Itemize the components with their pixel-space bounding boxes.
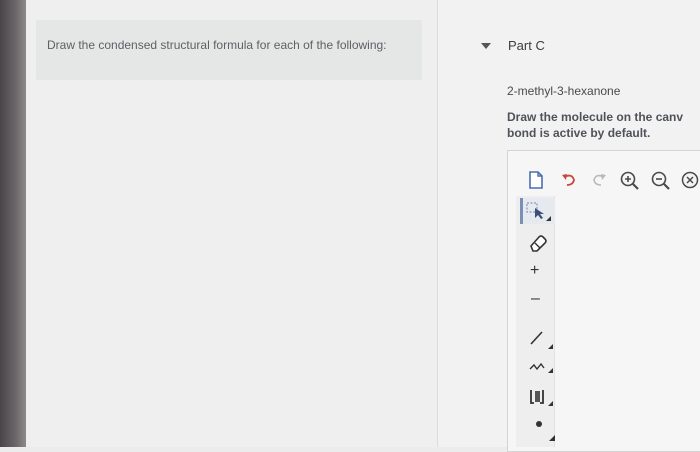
single-bond-icon[interactable] [528, 328, 554, 350]
instructions-text: Draw the condensed structural formula fo… [47, 38, 387, 52]
undo-icon[interactable] [560, 172, 578, 188]
draw-instruction-line-1: Draw the molecule on the canv [507, 110, 684, 124]
part-collapse-caret-icon[interactable] [481, 43, 491, 49]
dot-icon[interactable] [535, 420, 543, 428]
new-document-icon[interactable] [527, 170, 545, 190]
clear-icon[interactable] [680, 170, 700, 190]
draw-instruction-line-2: bond is active by default. [507, 126, 651, 140]
instructions-box: Draw the condensed structural formula fo… [36, 20, 422, 80]
zoom-out-icon[interactable] [650, 170, 672, 192]
compound-name: 2-methyl-3-hexanone [507, 84, 621, 98]
remove-charge-icon[interactable]: – [531, 290, 540, 308]
add-charge-icon[interactable]: + [530, 262, 539, 280]
chain-icon[interactable] [528, 356, 554, 374]
redo-icon[interactable] [590, 172, 608, 188]
template-icon[interactable] [528, 385, 554, 407]
window-left-edge [0, 0, 26, 447]
select-icon[interactable] [526, 202, 552, 222]
draw-instruction: Draw the molecule on the canv bond is ac… [507, 109, 700, 141]
part-label[interactable]: Part C [508, 38, 545, 53]
eraser-icon[interactable] [527, 232, 549, 252]
zoom-in-icon[interactable] [619, 170, 641, 192]
dot-tool-dropdown-icon[interactable] [548, 434, 556, 442]
